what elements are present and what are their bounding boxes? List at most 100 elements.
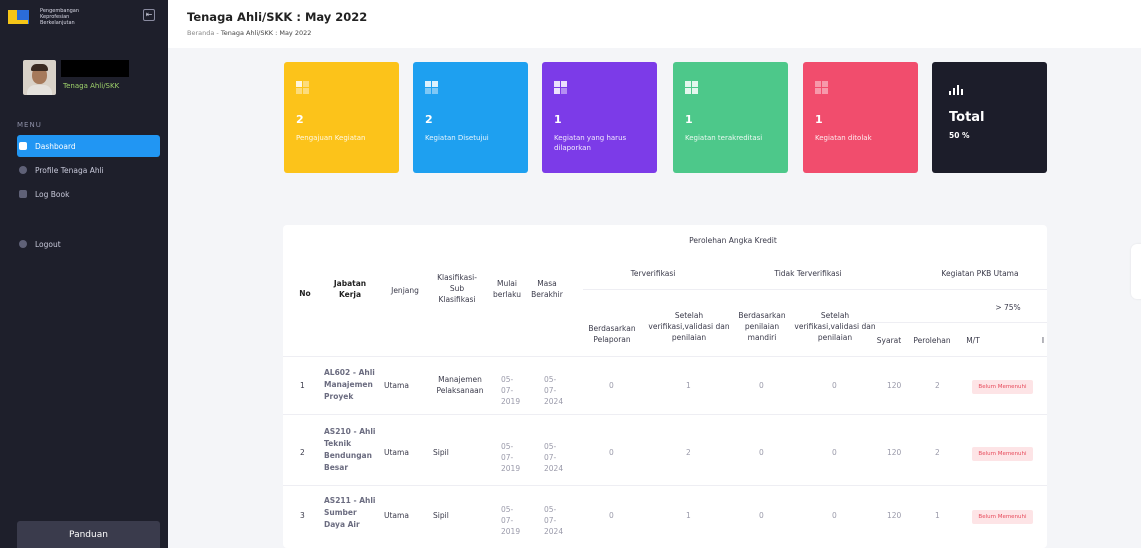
card-value: 2	[296, 113, 304, 126]
group-header: Perolehan Angka Kredit	[689, 236, 777, 245]
row-jabatan: AL602 - Ahli Manajemen Proyek	[324, 368, 375, 401]
col-syarat: Syarat	[876, 336, 902, 345]
row-setelah-verifikasi-2: 0	[832, 448, 837, 457]
logout-icon	[19, 240, 27, 248]
card-dilaporkan[interactable]: 1 Kegiatan yang harus dilaporkan	[542, 62, 657, 173]
breadcrumb: Beranda - Tenaga Ahli/SKK : May 2022	[187, 29, 311, 37]
brand-name: Pengembangan Keprofesian Berkelanjutan	[40, 8, 80, 26]
row-setelah-verifikasi-2: 0	[832, 511, 837, 520]
row-masa: 05-07-2024	[544, 442, 564, 473]
col-mulai: Mulai berlaku	[492, 279, 521, 299]
pkb-threshold: > 75%	[995, 303, 1021, 312]
user-role: Tenaga Ahli/SKK	[63, 82, 120, 90]
row-mulai: 05-07-2019	[501, 505, 521, 536]
col-jenjang: Jenjang	[391, 286, 419, 295]
grid-icon	[425, 81, 438, 94]
row-no: 1	[300, 381, 305, 390]
status-badge: Belum Memenuhi	[972, 447, 1033, 461]
row-perolehan: 2	[935, 448, 940, 457]
row-no: 2	[300, 448, 305, 457]
row-jabatan: AS210 - Ahli Teknik Bendungan Besar	[324, 427, 376, 472]
row-setelah-verifikasi-2: 0	[832, 381, 837, 390]
breadcrumb-current: Tenaga Ahli/SKK : May 2022	[220, 29, 312, 37]
group-pkb-utama: Kegiatan PKB Utama	[941, 269, 1019, 278]
card-value: 1	[815, 113, 823, 126]
sidebar-item-logbook[interactable]: Log Book	[17, 183, 160, 205]
grid-icon	[554, 81, 567, 94]
card-label: Kegiatan terakreditasi	[685, 134, 763, 142]
sidebar-item-label: Profile Tenaga Ahli	[35, 165, 104, 175]
collapse-sidebar-icon[interactable]: ⇤	[143, 9, 155, 21]
card-terakreditasi[interactable]: 1 Kegiatan terakreditasi	[673, 62, 788, 173]
col-perolehan: Perolehan	[913, 336, 951, 345]
row-jenjang: Utama	[384, 511, 409, 520]
user-name-redacted	[61, 60, 129, 77]
guide-button[interactable]: Panduan	[17, 521, 160, 548]
row-berdasarkan-penilaian: 0	[759, 448, 764, 457]
col-no: No	[299, 289, 311, 298]
sidebar-item-logout[interactable]: Logout	[17, 233, 160, 255]
group-terverifikasi: Terverifikasi	[630, 269, 676, 278]
row-berdasarkan-penilaian: 0	[759, 381, 764, 390]
sidebar-item-dashboard[interactable]: Dashboard	[17, 135, 160, 157]
avatar[interactable]	[23, 60, 56, 95]
sidebar-item-profile[interactable]: Profile Tenaga Ahli	[17, 159, 160, 181]
side-panel-handle[interactable]	[1131, 244, 1141, 299]
brand-logo[interactable]: Pengembangan Keprofesian Berkelanjutan	[8, 8, 100, 26]
row-syarat: 120	[887, 448, 902, 457]
sidebar-item-label: Log Book	[35, 189, 70, 199]
row-jenjang: Utama	[384, 381, 409, 390]
col-berdasarkan-penilaian: Berdasarkan penilaian mandiri	[738, 311, 786, 342]
col-masa: Masa Berakhir	[531, 279, 563, 299]
row-jabatan: AS211 - Ahli Sumber Daya Air	[324, 496, 376, 529]
card-label: Pengajuan Kegiatan	[296, 134, 366, 142]
row-perolehan: 1	[935, 511, 940, 520]
card-label: Kegiatan yang harus dilaporkan	[554, 134, 627, 152]
kredit-table: Perolehan Angka Kredit No Jabatan Kerja …	[283, 225, 1047, 548]
row-setelah-verifikasi: 1	[686, 381, 691, 390]
row-klasifikasi: Sipil	[433, 448, 449, 457]
grid-icon	[685, 81, 698, 94]
row-berdasarkan-penilaian: 0	[759, 511, 764, 520]
card-total[interactable]: Total 50 %	[932, 62, 1047, 173]
row-masa: 05-07-2024	[544, 505, 564, 536]
row-setelah-verifikasi: 1	[686, 511, 691, 520]
sidebar-item-label: Dashboard	[35, 141, 76, 151]
row-setelah-verifikasi: 2	[686, 448, 691, 457]
grid-icon	[296, 81, 309, 94]
row-no: 3	[300, 511, 305, 520]
card-value: 2	[425, 113, 433, 126]
col-setelah-verifikasi-2: Setelah verifikasi,validasi dan penilaia…	[794, 311, 876, 342]
card-pengajuan[interactable]: 2 Pengajuan Kegiatan	[284, 62, 399, 173]
card-title: Total	[949, 110, 985, 125]
card-label: Kegiatan ditolak	[815, 134, 872, 142]
card-value: 1	[554, 113, 562, 126]
card-disetujui[interactable]: 2 Kegiatan Disetujui	[413, 62, 528, 173]
card-value: 1	[685, 113, 693, 126]
col-jabatan: Jabatan Kerja	[333, 279, 367, 299]
logbook-icon	[19, 190, 27, 198]
row-mulai: 05-07-2019	[501, 375, 521, 406]
status-badge: Belum Memenuhi	[972, 380, 1033, 394]
col-truncated: I	[1041, 336, 1045, 345]
status-badge: Belum Memenuhi	[972, 510, 1033, 524]
row-perolehan: 2	[935, 381, 940, 390]
row-jenjang: Utama	[384, 448, 409, 457]
col-klasifikasi: Klasifikasi-Sub Klasifikasi	[437, 273, 477, 304]
breadcrumb-separator: -	[216, 29, 219, 37]
card-ditolak[interactable]: 1 Kegiatan ditolak	[803, 62, 918, 173]
row-klasifikasi: Manajemen Pelaksanaan	[436, 375, 484, 395]
grid-icon	[815, 81, 828, 94]
row-masa: 05-07-2024	[544, 375, 564, 406]
profile-icon	[19, 166, 27, 174]
row-klasifikasi: Sipil	[433, 511, 449, 520]
row-mulai: 05-07-2019	[501, 442, 521, 473]
page-header: Tenaga Ahli/SKK : May 2022 Beranda - Ten…	[168, 0, 1141, 48]
col-setelah-verifikasi: Setelah verifikasi,validasi dan penilaia…	[648, 311, 730, 342]
row-syarat: 120	[887, 511, 902, 520]
pu-logo-icon	[8, 8, 34, 26]
bar-chart-icon	[949, 85, 963, 95]
breadcrumb-home[interactable]: Beranda	[187, 29, 214, 37]
group-tidak-terverifikasi: Tidak Terverifikasi	[774, 269, 842, 278]
card-label: Kegiatan Disetujui	[425, 134, 489, 142]
